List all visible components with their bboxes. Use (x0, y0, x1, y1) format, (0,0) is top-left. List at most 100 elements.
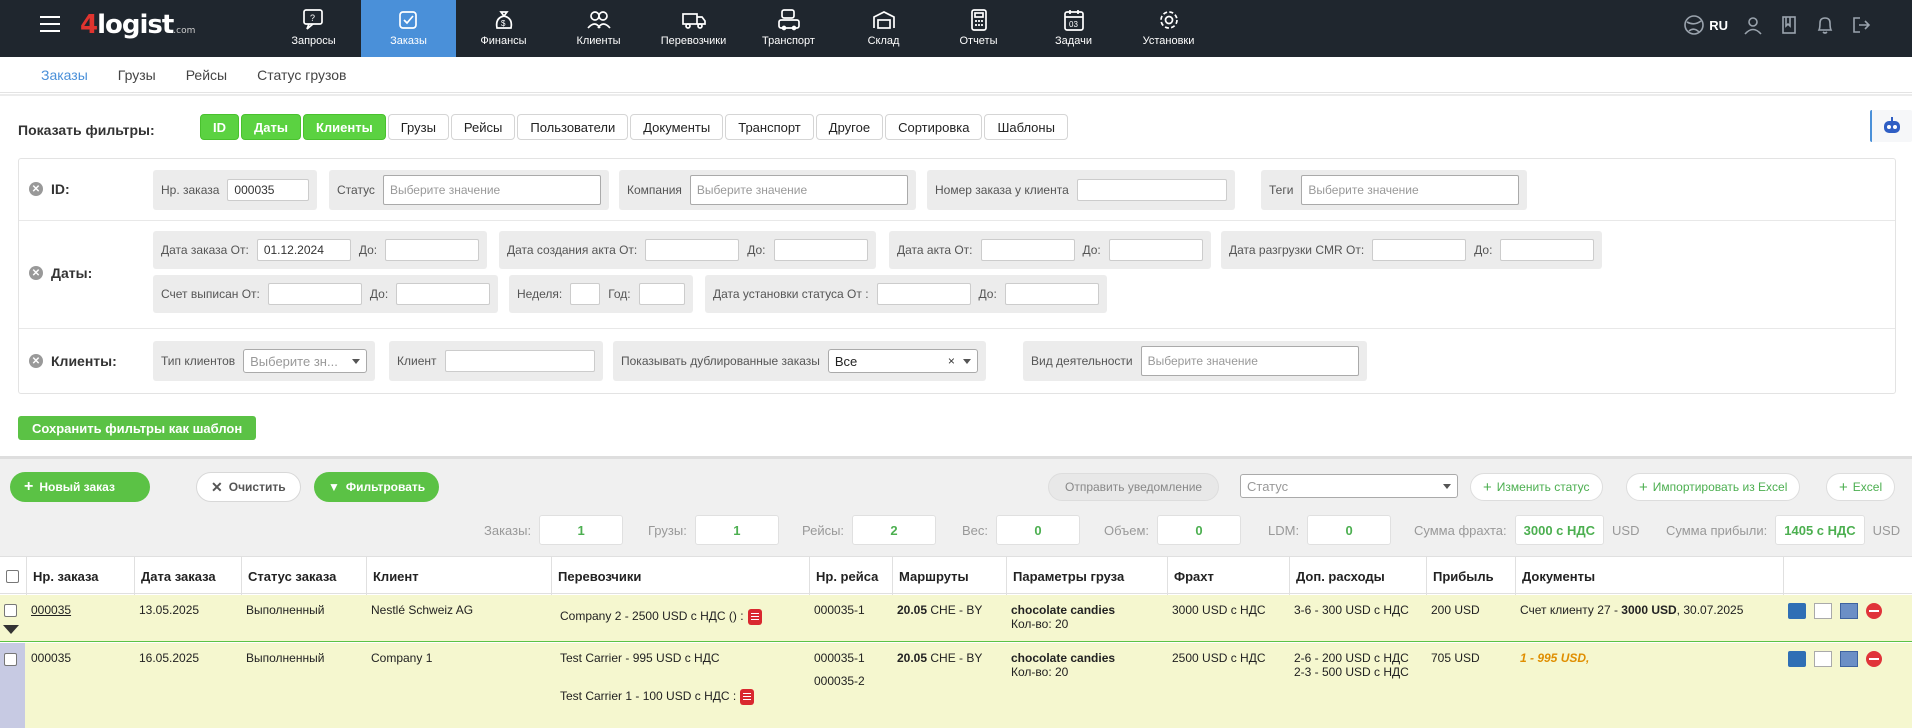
company-select[interactable]: Выберите значение (689, 175, 908, 205)
nav-clients[interactable]: Клиенты (551, 0, 646, 57)
filter-button[interactable]: ▼ Фильтровать (314, 472, 440, 502)
pdf-icon[interactable] (740, 689, 755, 705)
import-excel-button[interactable]: + Импортировать из Excel (1626, 473, 1801, 501)
year-input[interactable] (638, 283, 685, 305)
language-switch[interactable]: RU (1683, 14, 1728, 36)
invoice-to-input[interactable] (396, 283, 491, 305)
delete-icon[interactable] (1866, 603, 1882, 619)
order-date-to-input[interactable] (385, 239, 480, 261)
assistant-bot-icon[interactable] (1870, 110, 1912, 142)
clear-button[interactable]: ✕ Очистить (196, 472, 301, 502)
col-freight[interactable]: Фрахт (1168, 557, 1290, 595)
col-client[interactable]: Клиент (367, 557, 552, 595)
document-entry[interactable]: Счет клиенту 27 - 3000 USD, 30.07.2025 (1514, 603, 1743, 617)
row-checkbox[interactable] (4, 604, 17, 617)
act-date-to-input[interactable] (1108, 239, 1203, 261)
col-extra-costs[interactable]: Доп. расходы (1290, 557, 1427, 595)
cmr-from-input[interactable] (1372, 239, 1467, 261)
col-documents[interactable]: Документы (1516, 557, 1784, 595)
invoice-from-input[interactable] (267, 283, 362, 305)
week-input[interactable] (570, 283, 601, 305)
col-trip-no[interactable]: Нр. рейса (810, 557, 893, 595)
col-order-date[interactable]: Дата заказа (135, 557, 242, 595)
menu-icon[interactable] (40, 16, 60, 34)
chip-trips[interactable]: Рейсы (450, 114, 516, 140)
nav-settings[interactable]: Установки (1121, 0, 1216, 57)
nav-reports[interactable]: Отчеты (931, 0, 1026, 57)
chip-templates[interactable]: Шаблоны (984, 114, 1068, 140)
subnav-orders[interactable]: Заказы (41, 67, 88, 83)
order-date-from-input[interactable]: 01.12.2024 (256, 239, 351, 261)
open-book-icon[interactable] (1788, 651, 1806, 667)
table-row[interactable]: 000035 13.05.2025 Выполненный Nestlé Sch… (0, 595, 1912, 642)
user-icon[interactable] (1742, 14, 1764, 36)
duplicates-select[interactable]: Все × (827, 349, 978, 373)
col-cargo-params[interactable]: Параметры груза (1007, 557, 1168, 595)
logo[interactable]: 4logist.com (80, 10, 195, 40)
document-entry[interactable]: 1 - 995 USD, (1514, 651, 1589, 665)
nav-orders[interactable]: Заказы (361, 0, 456, 57)
nav-finance[interactable]: $ Финансы (456, 0, 551, 57)
status-dropdown[interactable]: Статус (1240, 474, 1458, 498)
bell-icon[interactable] (1814, 14, 1836, 36)
col-routes[interactable]: Маршруты (893, 557, 1007, 595)
pdf-icon[interactable] (747, 609, 762, 625)
nav-requests[interactable]: ? Запросы (266, 0, 361, 57)
duplicate-icon[interactable] (1840, 603, 1858, 619)
chip-dates[interactable]: Даты (241, 114, 301, 140)
table-row[interactable]: 000035 16.05.2025 Выполненный Company 1 … (0, 643, 1912, 728)
logout-icon[interactable] (1850, 14, 1872, 36)
chip-transport[interactable]: Транспорт (725, 114, 814, 140)
nav-tasks[interactable]: 03 Задачи (1026, 0, 1121, 57)
chip-clients[interactable]: Клиенты (302, 114, 386, 140)
row-checkbox[interactable] (4, 653, 17, 666)
select-all-checkbox[interactable] (6, 569, 19, 583)
remove-filter-icon[interactable]: ✕ (29, 266, 43, 280)
excel-button[interactable]: + Excel (1826, 473, 1896, 501)
book-icon[interactable] (1778, 14, 1800, 36)
chip-users[interactable]: Пользователи (517, 114, 629, 140)
delete-icon[interactable] (1866, 651, 1882, 667)
activity-select[interactable]: Выберите значение (1140, 346, 1359, 376)
send-notification-button[interactable]: Отправить уведомление (1048, 473, 1220, 501)
chip-cargo[interactable]: Грузы (387, 114, 449, 140)
act-created-from-input[interactable] (645, 239, 740, 261)
client-input[interactable] (444, 350, 595, 372)
tags-select[interactable]: Выберите значение (1301, 175, 1520, 205)
change-status-button[interactable]: + Изменить статус (1470, 473, 1603, 501)
nav-warehouse[interactable]: Склад (836, 0, 931, 57)
chip-id[interactable]: ID (200, 114, 239, 140)
col-profit[interactable]: Прибыль (1427, 557, 1516, 595)
act-created-to-input[interactable] (773, 239, 868, 261)
chip-documents[interactable]: Документы (630, 114, 724, 140)
order-no[interactable]: 000035 (25, 651, 71, 665)
client-order-input[interactable] (1076, 179, 1227, 201)
copy-icon[interactable] (1814, 651, 1832, 667)
status-set-from-input[interactable] (876, 283, 971, 305)
order-no-link[interactable]: 000035 (25, 603, 71, 617)
open-book-icon[interactable] (1788, 603, 1806, 619)
col-order-status[interactable]: Статус заказа (242, 557, 367, 595)
nav-carriers[interactable]: Перевозчики (646, 0, 741, 57)
subnav-trips[interactable]: Рейсы (186, 67, 227, 83)
order-no-input[interactable]: 000035 (227, 179, 310, 201)
subnav-cargo[interactable]: Грузы (118, 67, 156, 83)
col-carriers[interactable]: Перевозчики (552, 557, 810, 595)
expand-arrow-icon[interactable] (3, 625, 19, 634)
col-order-no[interactable]: Нр. заказа (27, 557, 135, 595)
nav-transport[interactable]: Транспорт (741, 0, 836, 57)
client-type-select[interactable]: Выберите зн... (243, 349, 368, 373)
remove-filter-icon[interactable]: ✕ (29, 354, 43, 368)
act-date-from-input[interactable] (980, 239, 1075, 261)
clear-icon[interactable]: × (948, 354, 955, 368)
chip-other[interactable]: Другое (815, 114, 884, 140)
save-filters-template-button[interactable]: Сохранить фильтры как шаблон (18, 416, 257, 440)
cmr-to-input[interactable] (1500, 239, 1595, 261)
duplicate-icon[interactable] (1840, 651, 1858, 667)
chip-sorting[interactable]: Сортировка (885, 114, 983, 140)
copy-icon[interactable] (1814, 603, 1832, 619)
status-set-to-input[interactable] (1004, 283, 1099, 305)
status-select[interactable]: Выберите значение (382, 175, 601, 205)
remove-filter-icon[interactable]: ✕ (29, 182, 43, 196)
new-order-button[interactable]: + Новый заказ (10, 472, 150, 502)
